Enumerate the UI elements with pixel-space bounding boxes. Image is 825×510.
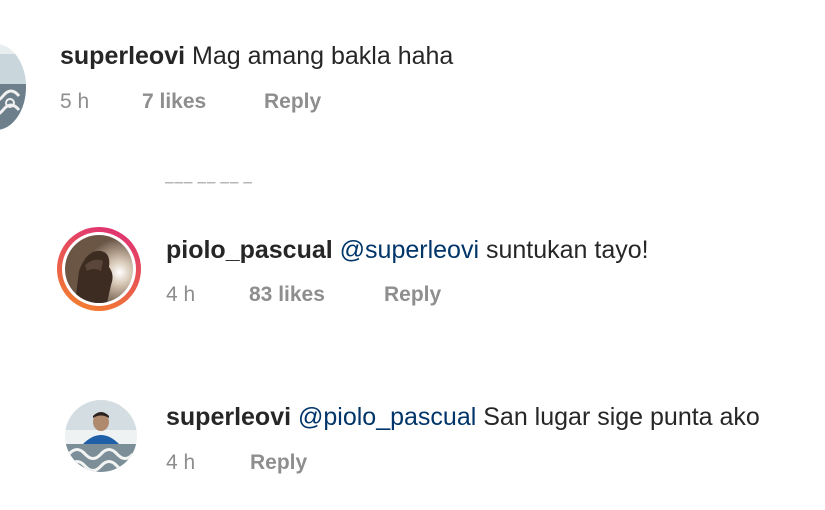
comment-likes[interactable]: 7 likes: [142, 90, 206, 114]
comment-meta: 4 h 83 likes Reply: [166, 283, 486, 309]
comment-username[interactable]: piolo_pascual: [166, 236, 333, 264]
mention-link[interactable]: @superleovi: [340, 236, 479, 264]
comment-text-line: superleovi Mag amang bakla haha: [60, 42, 453, 71]
comment-likes[interactable]: 83 likes: [249, 283, 325, 307]
reply-button[interactable]: Reply: [384, 283, 441, 307]
comment-time: 5 h: [60, 90, 90, 113]
comment-body: San lugar sige punta ako: [483, 403, 760, 431]
reply-button[interactable]: Reply: [250, 451, 307, 475]
comment-username[interactable]: superleovi: [166, 403, 291, 431]
comment-meta: 4 h Reply: [166, 451, 366, 477]
mention-link[interactable]: @piolo_pascual: [298, 403, 476, 431]
avatar-piolo-pascual[interactable]: [57, 227, 141, 311]
avatar-superleovi[interactable]: [65, 400, 137, 472]
comment-body: suntukan tayo!: [485, 236, 649, 264]
comment-time: 4 h: [166, 283, 196, 306]
comment-text-line: superleovi @piolo_pascual San lugar sige…: [166, 403, 760, 432]
comment-meta: 5 h 7 likes Reply: [60, 90, 360, 116]
comment-username[interactable]: superleovi: [60, 42, 185, 70]
avatar-superleovi[interactable]: [0, 44, 26, 130]
comment-body: Mag amang bakla haha: [192, 42, 454, 70]
faded-text-fragment: ▔▔▔ ▔▔ ▔▔ ▔: [165, 183, 253, 190]
comment-text-line: piolo_pascual @superleovi suntukan tayo!: [166, 236, 649, 265]
comment-time: 4 h: [166, 451, 196, 474]
reply-button[interactable]: Reply: [264, 90, 321, 114]
